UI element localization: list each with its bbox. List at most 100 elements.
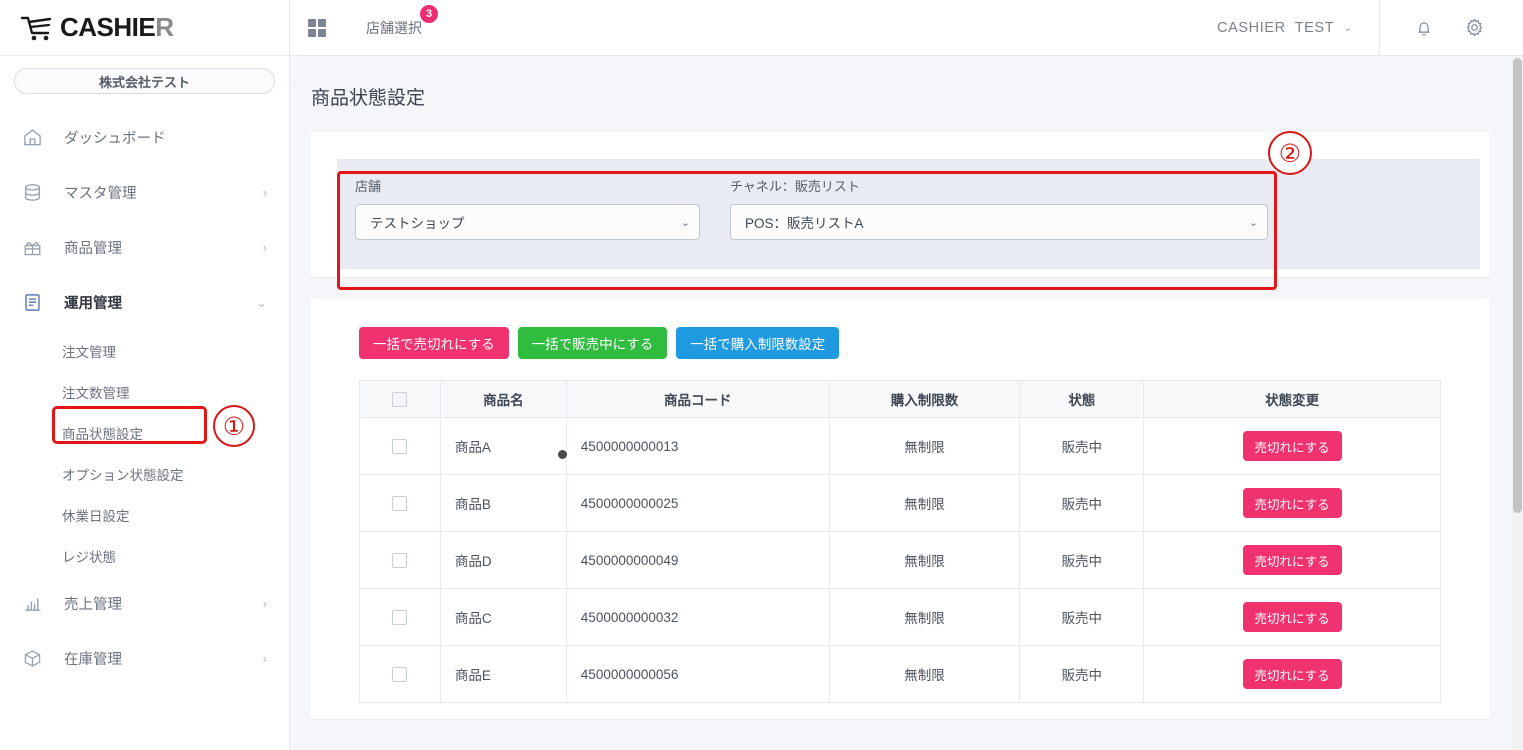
main-area: 店舗選択 3 CASHIER TEST ⌄ 商品状態設定 店舗 テストショップ …: [290, 0, 1523, 750]
cell-product-name: 商品C: [440, 588, 567, 646]
cell-status: 販売中: [1019, 645, 1145, 703]
subitem-label: 休業日設定: [62, 508, 130, 524]
products-table-card: 一括で売切れにする 一括で販売中にする 一括で購入制限数設定 商品名 商品コード…: [310, 299, 1490, 719]
sidebar-subitem-holiday[interactable]: 休業日設定: [0, 494, 289, 535]
app-root: CASHIER 株式会社テスト ダッシュボード マスタ管理 › 商品管理 › 運…: [0, 0, 1523, 750]
cell-purchase-limit: 無制限: [829, 645, 1021, 703]
row-sold-out-button[interactable]: 売切れにする: [1242, 431, 1342, 461]
header-product-name[interactable]: 商品名: [440, 380, 567, 418]
cell-product-name: 商品E: [440, 645, 567, 703]
row-checkbox[interactable]: [392, 609, 408, 625]
header-product-code[interactable]: 商品コード: [566, 380, 830, 418]
row-sold-out-button[interactable]: 売切れにする: [1242, 659, 1342, 689]
apps-grid-icon[interactable]: [308, 18, 326, 37]
page-content: 商品状態設定 店舗 テストショップ ⌄ チャネル：販売リスト POS：販売リスト…: [290, 56, 1523, 719]
user-org-label: CASHIER: [1217, 19, 1286, 36]
row-checkbox-cell: [359, 474, 441, 532]
cell-status-change: 売切れにする: [1143, 417, 1441, 475]
table-row[interactable]: 商品C 4500000000032 無制限 販売中 売切れにする: [359, 588, 1441, 646]
sidebar-subitem-order-count[interactable]: 注文数管理: [0, 371, 289, 412]
sidebar-subitem-product-status[interactable]: 商品状態設定: [0, 412, 289, 453]
row-checkbox[interactable]: [392, 552, 408, 568]
chevron-down-icon: ⌄: [680, 216, 690, 229]
sidebar-item-sales[interactable]: 売上管理 ›: [0, 576, 289, 631]
store-filter-group: 店舗 テストショップ ⌄: [355, 176, 700, 269]
home-icon: [20, 126, 44, 150]
sidebar-item-label: 売上管理: [64, 597, 122, 613]
store-select-dropdown[interactable]: テストショップ ⌄: [355, 204, 700, 240]
cell-status-change: 売切れにする: [1143, 474, 1441, 532]
bulk-purchase-limit-button[interactable]: 一括で購入制限数設定: [676, 327, 840, 359]
sidebar-item-label: ダッシュボード: [64, 131, 166, 147]
store-select-button[interactable]: 店舗選択 3: [366, 4, 438, 38]
row-checkbox[interactable]: [392, 438, 408, 454]
cell-product-code: 4500000000056: [566, 645, 830, 703]
chevron-down-icon: ⌄: [1343, 22, 1353, 34]
select-all-checkbox[interactable]: [392, 391, 408, 407]
settings-gear-icon[interactable]: [1464, 17, 1485, 38]
channel-select-dropdown[interactable]: POS：販売リストA ⌄: [730, 204, 1268, 240]
header-purchase-limit[interactable]: 購入制限数: [829, 380, 1021, 418]
table-row[interactable]: 商品D 4500000000049 無制限 販売中 売切れにする: [359, 531, 1441, 589]
table-row[interactable]: 商品A 4500000000013 無制限 販売中 売切れにする: [359, 417, 1441, 475]
row-checkbox-cell: [359, 588, 441, 646]
row-sold-out-button[interactable]: 売切れにする: [1242, 602, 1342, 632]
subitem-label: 注文管理: [62, 344, 116, 360]
cell-product-code: 4500000000013: [566, 417, 830, 475]
table-row[interactable]: 商品E 4500000000056 無制限 販売中 売切れにする: [359, 645, 1441, 703]
cell-status-change: 売切れにする: [1143, 531, 1441, 589]
table-row[interactable]: 商品B 4500000000025 無制限 販売中 売切れにする: [359, 474, 1441, 532]
cell-purchase-limit: 無制限: [829, 417, 1021, 475]
cell-purchase-limit: 無制限: [829, 588, 1021, 646]
sidebar-subitem-register-status[interactable]: レジ状態: [0, 535, 289, 576]
chevron-right-icon: ›: [262, 596, 267, 611]
cell-product-name: 商品A: [440, 417, 567, 475]
user-menu[interactable]: CASHIER TEST ⌄: [1217, 20, 1379, 36]
cell-status-change: 売切れにする: [1143, 645, 1441, 703]
row-sold-out-button[interactable]: 売切れにする: [1242, 545, 1342, 575]
brand-name: CASHIER: [60, 12, 174, 42]
row-checkbox[interactable]: [392, 495, 408, 511]
row-sold-out-button[interactable]: 売切れにする: [1242, 488, 1342, 518]
sidebar-subitem-order-management[interactable]: 注文管理: [0, 330, 289, 371]
header-status-change: 状態変更: [1143, 380, 1441, 418]
sidebar-item-dashboard[interactable]: ダッシュボード: [0, 110, 289, 165]
channel-select-value: POS：販売リストA: [745, 216, 864, 231]
shopping-cart-icon: [20, 16, 52, 40]
database-icon: [20, 181, 44, 205]
cell-status: 販売中: [1019, 474, 1145, 532]
subitem-label: 商品状態設定: [62, 426, 143, 442]
sidebar-item-master[interactable]: マスタ管理 ›: [0, 165, 289, 220]
sidebar-item-inventory[interactable]: 在庫管理 ›: [0, 631, 289, 686]
chevron-right-icon: ›: [262, 185, 267, 200]
cell-purchase-limit: 無制限: [829, 474, 1021, 532]
cell-product-code: 4500000000049: [566, 531, 830, 589]
topbar: 店舗選択 3 CASHIER TEST ⌄: [290, 0, 1523, 56]
mouse-cursor: [558, 450, 567, 459]
company-badge[interactable]: 株式会社テスト: [14, 68, 275, 94]
row-checkbox-cell: [359, 417, 441, 475]
brand-logo[interactable]: CASHIER: [0, 0, 289, 56]
chevron-down-icon: ⌄: [1248, 216, 1258, 229]
sidebar-item-products[interactable]: 商品管理 ›: [0, 220, 289, 275]
notification-bell-icon[interactable]: [1414, 18, 1434, 38]
chevron-down-icon: ⌄: [256, 295, 267, 310]
cell-product-code: 4500000000025: [566, 474, 830, 532]
cell-product-code: 4500000000032: [566, 588, 830, 646]
cell-status: 販売中: [1019, 417, 1145, 475]
sidebar-subitem-option-status[interactable]: オプション状態設定: [0, 453, 289, 494]
cell-status: 販売中: [1019, 588, 1145, 646]
page-scrollbar-thumb[interactable]: [1513, 58, 1522, 513]
sidebar-item-operations[interactable]: 運用管理 ⌄: [0, 275, 289, 330]
bulk-sold-out-button[interactable]: 一括で売切れにする: [359, 327, 509, 359]
header-status[interactable]: 状態: [1019, 380, 1145, 418]
cell-purchase-limit: 無制限: [829, 531, 1021, 589]
select-all-header: [359, 380, 441, 418]
bulk-on-sale-button[interactable]: 一括で販売中にする: [517, 327, 668, 359]
filter-card: 店舗 テストショップ ⌄ チャネル：販売リスト POS：販売リストA ⌄: [310, 132, 1490, 277]
channel-filter-label: チャネル：販売リスト: [730, 179, 860, 194]
row-checkbox[interactable]: [392, 666, 408, 682]
sidebar-nav: ダッシュボード マスタ管理 › 商品管理 › 運用管理 ⌄ 注文管理 注文数管理…: [0, 110, 289, 686]
filter-panel: 店舗 テストショップ ⌄ チャネル：販売リスト POS：販売リストA ⌄: [337, 159, 1480, 269]
topbar-right: CASHIER TEST ⌄: [1217, 0, 1513, 55]
